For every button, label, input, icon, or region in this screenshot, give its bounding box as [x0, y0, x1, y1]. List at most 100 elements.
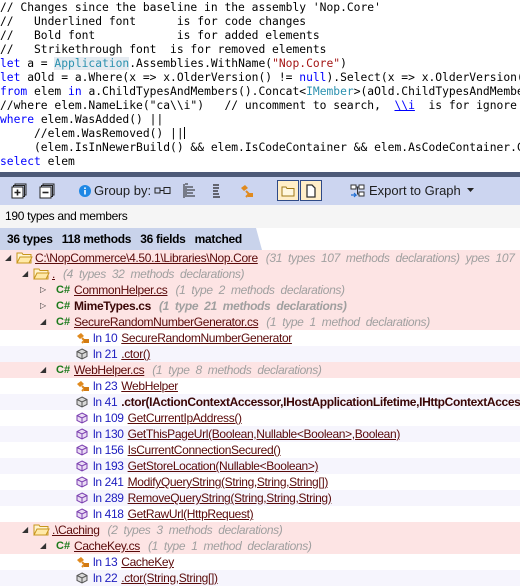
tree-member-row[interactable]: ln 130 GetThisPageUrl(Boolean,Nullable<Bo…: [0, 426, 520, 442]
member-name[interactable]: RemoveQueryString(String,String,String): [128, 491, 332, 505]
folder-name-text: .: [52, 267, 55, 281]
code-link[interactable]: \\i: [394, 99, 414, 112]
tree-file-row[interactable]: ◢ C# WebHelper.cs (1 type 8 methods declara…: [0, 362, 520, 378]
file-name[interactable]: CacheKey.cs (1 type 1 method declarations…: [74, 538, 312, 554]
member-entry[interactable]: ln 289 RemoveQueryString(String,String,St…: [93, 490, 332, 506]
code-line: //where elem.NameLike("ca\\i") // uncomm…: [0, 99, 520, 113]
group-type-icon[interactable]: [238, 182, 256, 200]
tree-member-row[interactable]: ln 13 CacheKey: [0, 554, 520, 570]
tree-folder-row[interactable]: ◢ .\Caching (2 types 3 methods declaration…: [0, 522, 520, 538]
code-line: select elem: [0, 155, 520, 169]
member-name[interactable]: IsCurrentConnectionSecured(): [128, 443, 281, 457]
group-tree-hierarchy-icon[interactable]: [182, 182, 198, 200]
toggle-folder-button[interactable]: [277, 180, 299, 201]
member-entry[interactable]: ln 418 GetRawUrl(HttpRequest): [93, 506, 254, 522]
line-number: ln 289: [93, 491, 124, 505]
code-type: IMember: [306, 85, 354, 98]
collapse-toggle-icon[interactable]: ◢: [22, 522, 28, 538]
folder-stats: (2 types 3 methods declarations): [107, 523, 283, 537]
group-list-icon[interactable]: [210, 182, 224, 200]
tree-member-row[interactable]: ln 21 .ctor(): [0, 346, 520, 362]
member-entry[interactable]: ln 23 WebHelper: [93, 378, 178, 394]
folder-name[interactable]: .\Caching (2 types 3 methods declarations…: [52, 522, 283, 538]
export-to-graph-button[interactable]: Export to Graph: [369, 183, 461, 198]
member-name[interactable]: SecureRandomNumberGenerator: [121, 331, 292, 345]
folder-name[interactable]: C:\NopCommerce\4.50.1\Libraries\Nop.Core…: [35, 250, 515, 266]
code-token: .Assemblies.WithName(: [129, 57, 273, 70]
file-name[interactable]: WebHelper.cs (1 type 8 methods declaratio…: [74, 362, 322, 378]
toggle-file-button[interactable]: [300, 180, 322, 201]
member-entry[interactable]: ln 21 .ctor(): [93, 346, 151, 362]
collapse-toggle-icon[interactable]: ◢: [40, 362, 46, 378]
info-icon[interactable]: [78, 184, 91, 197]
member-name[interactable]: .ctor(): [121, 347, 150, 361]
member-entry[interactable]: ln 193 GetStoreLocation(Nullable<Boolean>…: [93, 458, 319, 474]
member-name[interactable]: GetRawUrl(HttpRequest): [128, 507, 254, 521]
collapse-toggle-icon[interactable]: ◢: [40, 538, 46, 554]
code-type: Application: [54, 57, 130, 70]
line-number: ln 241: [93, 475, 124, 489]
export-graph-icon[interactable]: [349, 183, 367, 199]
expand-toggle-icon[interactable]: ▷: [40, 298, 46, 314]
file-stats: (1 type 8 methods declarations): [152, 363, 322, 377]
collapse-toggle-icon[interactable]: ◢: [5, 250, 11, 266]
code-token: aOld = a.Where(x => x.OlderVersion() !=: [20, 71, 300, 84]
member-name[interactable]: .ctor(IActionContextAccessor,IHostApplic…: [121, 395, 520, 409]
tree-file-row[interactable]: ◢ C# CacheKey.cs (1 type 1 method declarati…: [0, 538, 520, 554]
collapse-toggle-icon[interactable]: ◢: [40, 314, 46, 330]
code-token: a.ChildTypesAndMembers().Concat<: [81, 85, 307, 98]
collapse-all-icon[interactable]: [38, 182, 56, 200]
member-name[interactable]: .ctor(String,String[]): [121, 571, 218, 585]
code-comment: is for ignore case: [428, 99, 517, 112]
folder-name[interactable]: . (4 types 32 methods declarations): [52, 266, 245, 282]
member-entry[interactable]: ln 10 SecureRandomNumberGenerator: [93, 330, 292, 346]
member-name[interactable]: GetStoreLocation(Nullable<Boolean>): [128, 459, 319, 473]
file-name[interactable]: MimeTypes.cs (1 type 21 methods declarati…: [74, 298, 347, 314]
code-line: // Changes since the baseline in the ass…: [0, 1, 381, 14]
member-name[interactable]: GetThisPageUrl(Boolean,Nullable<Boolean>…: [128, 427, 401, 441]
tree-member-row[interactable]: ln 418 GetRawUrl(HttpRequest): [0, 506, 520, 522]
expand-all-icon[interactable]: [10, 182, 28, 200]
file-name[interactable]: SecureRandomNumberGenerator.cs (1 type 1 …: [74, 314, 430, 330]
member-entry[interactable]: ln 13 CacheKey: [93, 554, 174, 570]
member-entry[interactable]: ln 109 GetCurrentIpAddress(): [93, 410, 242, 426]
member-name[interactable]: WebHelper: [121, 379, 178, 393]
query-editor[interactable]: // Changes since the baseline in the ass…: [0, 0, 520, 173]
member-name[interactable]: GetCurrentIpAddress(): [128, 411, 242, 425]
file-name[interactable]: CommonHelper.cs (1 type 2 methods declara…: [74, 282, 345, 298]
member-name[interactable]: ModifyQueryString(String,String,String[]…: [128, 475, 329, 489]
tree-folder-row[interactable]: ◢ C:\NopCommerce\4.50.1\Libraries\Nop.Cor…: [0, 250, 520, 266]
tree-folder-row[interactable]: ◢ . (4 types 32 methods declarations): [0, 266, 520, 282]
caret-down-icon[interactable]: [465, 185, 475, 195]
results-tree[interactable]: ◢ C:\NopCommerce\4.50.1\Libraries\Nop.Cor…: [0, 250, 520, 587]
tree-file-row[interactable]: ▷ C# MimeTypes.cs (1 type 21 methods declar…: [0, 298, 520, 314]
expand-toggle-icon[interactable]: ▷: [40, 282, 46, 298]
group-flat-icon[interactable]: [154, 184, 172, 198]
line-number: ln 130: [93, 427, 124, 441]
member-name[interactable]: CacheKey: [121, 555, 174, 569]
member-entry[interactable]: ln 130 GetThisPageUrl(Boolean,Nullable<Bo…: [93, 426, 400, 442]
tree-member-row[interactable]: ln 10 SecureRandomNumberGenerator: [0, 330, 520, 346]
code-token: ).Select(x => x.OlderVersion()): [326, 71, 520, 84]
member-entry[interactable]: ln 41 .ctor(IActionContextAccessor,IHostA…: [93, 394, 520, 410]
member-entry[interactable]: ln 22 .ctor(String,String[]): [93, 570, 218, 586]
file-name-text: WebHelper.cs: [74, 363, 145, 377]
tree-member-row[interactable]: ln 241 ModifyQueryString(String,String,St…: [0, 474, 520, 490]
folder-name-text: C:\NopCommerce\4.50.1\Libraries\Nop.Core: [35, 251, 258, 265]
member-entry[interactable]: ln 241 ModifyQueryString(String,String,St…: [93, 474, 328, 490]
tree-member-row[interactable]: ln 23 WebHelper: [0, 378, 520, 394]
tree-file-row[interactable]: ◢ C# SecureRandomNumberGenerator.cs (1 type…: [0, 314, 520, 330]
line-number: ln 22: [93, 571, 118, 585]
tree-file-row[interactable]: ▷ C# CommonHelper.cs (1 type 2 methods decl…: [0, 282, 520, 298]
collapse-toggle-icon[interactable]: ◢: [22, 266, 28, 282]
line-number: ln 23: [93, 379, 118, 393]
tree-member-row[interactable]: ln 22 .ctor(String,String[]): [0, 570, 520, 586]
tree-member-row[interactable]: ln 193 GetStoreLocation(Nullable<Boolean>…: [0, 458, 520, 474]
tree-member-row[interactable]: ln 41 .ctor(IActionContextAccessor,IHostA…: [0, 394, 520, 410]
member-entry[interactable]: ln 156 IsCurrentConnectionSecured(): [93, 442, 281, 458]
tree-member-row[interactable]: ln 289 RemoveQueryString(String,String,St…: [0, 490, 520, 506]
folder-name-text: .\Caching: [52, 523, 100, 537]
line-number: ln 13: [93, 555, 118, 569]
tree-member-row[interactable]: ln 156 IsCurrentConnectionSecured(): [0, 442, 520, 458]
tree-member-row[interactable]: ln 109 GetCurrentIpAddress(): [0, 410, 520, 426]
